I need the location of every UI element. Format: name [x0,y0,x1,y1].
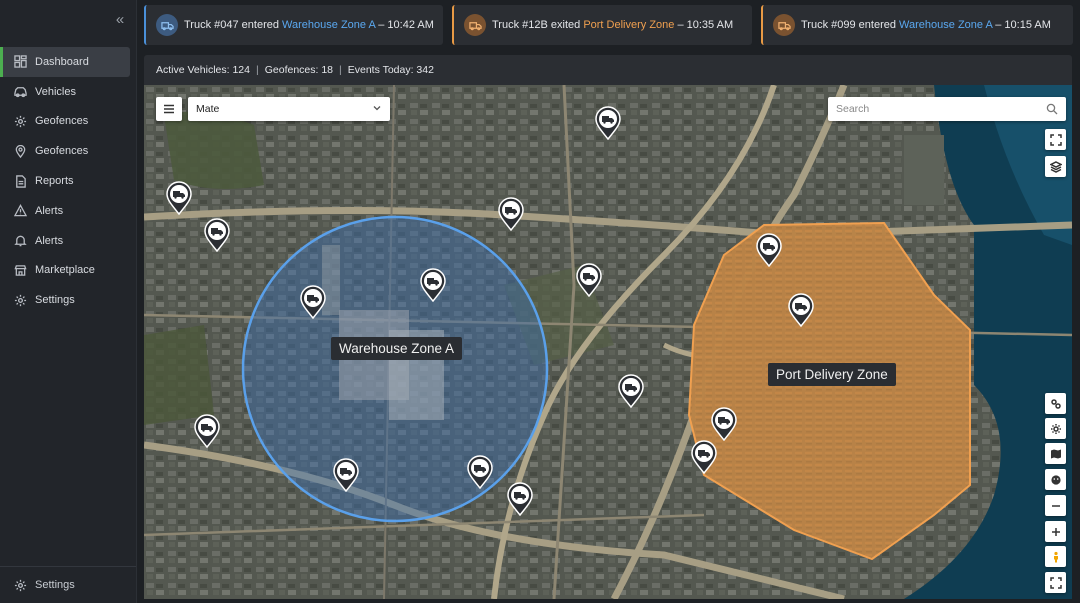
truck-icon [464,14,486,36]
collapse-sidebar-icon[interactable]: « [112,12,128,28]
vehicle-pin-truck-icon[interactable] [788,293,814,328]
traffic-icon [1050,398,1061,409]
layers-button[interactable] [1045,156,1066,177]
fullscreen-button[interactable] [1045,129,1066,150]
vehicle-pin-truck-icon[interactable] [507,482,533,517]
expand-button[interactable] [1045,572,1066,593]
active-vehicles-stat: Active Vehicles: 124 [156,64,250,76]
sidebar-item-geofences-locations[interactable]: Geofences [0,136,130,166]
sidebar-item-dashboard[interactable]: Dashboard [0,47,130,77]
sidebar-item-label: Geofences [35,115,89,128]
sidebar-item-label: Geofences [35,145,89,158]
geofences-stat: Geofences: 18 [264,64,334,76]
dashboard-icon [14,55,27,69]
map-type-button[interactable] [1045,443,1066,464]
sidebar-item-marketplace[interactable]: Marketplace [0,256,130,286]
notification-card[interactable]: Truck #12B exited Port Delivery Zone – 1… [452,5,752,45]
vehicle-pin-truck-icon[interactable] [166,181,192,216]
notification-text: Truck #099 entered Warehouse Zone A – 10… [801,19,1051,31]
location-pin-icon [14,144,27,158]
sidebar-item-label: Vehicles [35,85,76,98]
geofence-icon [14,115,27,128]
zoom-in-button[interactable] [1045,521,1066,542]
sidebar-footer-settings[interactable]: Settings [0,566,136,603]
sidebar-item-label: Dashboard [35,55,89,68]
vehicle-pin-truck-icon[interactable] [756,233,782,268]
car-icon [14,85,27,98]
map-layer-value: Mate [196,103,220,115]
face-icon [1050,474,1061,485]
map-view[interactable]: Warehouse Zone A Port Delivery Zone Mate [144,85,1072,599]
sidebar-nav: Dashboard Vehicles Geofences Geofences R… [0,47,136,315]
vehicle-pin-truck-icon[interactable] [691,440,717,475]
gear-icon [1050,423,1061,434]
notification-card[interactable]: Truck #047 entered Warehouse Zone A – 10… [144,5,443,45]
vehicle-pin-truck-icon[interactable] [420,268,446,303]
notification-text: Truck #12B exited Port Delivery Zone – 1… [492,19,734,31]
gear-icon [14,579,27,591]
search-icon[interactable] [1046,103,1058,115]
pegman-icon [1053,551,1058,562]
zone-link[interactable]: Warehouse Zone A [282,19,375,31]
map-layer-select[interactable]: Mate [188,97,390,121]
truck-icon [156,14,178,36]
notification-text: Truck #047 entered Warehouse Zone A – 10… [184,19,434,31]
vehicle-pin-truck-icon[interactable] [333,458,359,493]
sidebar-item-vehicles[interactable]: Vehicles [0,77,130,107]
minus-icon [1051,504,1060,507]
satellite-map [144,85,1072,599]
chevron-down-icon [373,106,381,111]
plus-icon [1051,527,1060,536]
gear-icon [14,294,27,307]
sidebar-item-alerts-notifications[interactable]: Alerts [0,226,130,256]
sidebar-item-reports[interactable]: Reports [0,166,130,196]
sidebar-item-label: Alerts [35,234,64,247]
zone-link[interactable]: Port Delivery Zone [583,19,674,31]
vehicle-pin-truck-icon[interactable] [300,285,326,320]
events-today-stat: Events Today: 342 [347,64,434,76]
vehicle-pin-truck-icon[interactable] [467,455,493,490]
vehicle-pin-truck-icon[interactable] [711,407,737,442]
port-zone-label[interactable]: Port Delivery Zone [768,363,896,386]
store-icon [14,264,27,277]
vehicle-pin-truck-icon[interactable] [595,106,621,141]
map-icon [1050,449,1061,458]
map-settings-button[interactable] [1045,418,1066,439]
sidebar-item-label: Reports [35,175,74,188]
warehouse-zone-label[interactable]: Warehouse Zone A [331,337,463,360]
sidebar-item-alerts[interactable]: Alerts [0,196,130,226]
expand-icon [1049,576,1062,589]
sidebar-item-geofences[interactable]: Geofences [0,107,130,137]
vehicle-pin-truck-icon[interactable] [204,218,230,253]
stats-bar: Active Vehicles: 124 | Geofences: 18 | E… [144,55,1072,85]
sidebar-item-label: Marketplace [35,264,95,277]
map-search-input[interactable] [828,97,1066,121]
sidebar-footer-label: Settings [35,579,75,591]
report-icon [14,174,27,188]
zone-link[interactable]: Warehouse Zone A [899,19,992,31]
hamburger-icon [164,104,174,114]
notification-card[interactable]: Truck #099 entered Warehouse Zone A – 10… [761,5,1073,45]
vehicle-pin-truck-icon[interactable] [618,374,644,409]
map-menu-button[interactable] [156,97,182,121]
warning-icon [14,204,27,217]
layers-icon [1049,160,1062,173]
street-view-button[interactable] [1045,546,1066,567]
traffic-button[interactable] [1045,393,1066,414]
stats-separator: | [339,64,342,76]
vehicle-pin-truck-icon[interactable] [194,414,220,449]
sidebar-item-settings[interactable]: Settings [0,285,130,315]
face-button[interactable] [1045,469,1066,490]
vehicle-pin-truck-icon[interactable] [576,263,602,298]
vehicle-pin-truck-icon[interactable] [498,197,524,232]
truck-icon [773,14,795,36]
stats-separator: | [255,64,259,76]
sidebar-item-label: Settings [35,294,75,307]
bell-icon [14,234,27,247]
zoom-out-button[interactable] [1045,495,1066,516]
sidebar: « Dashboard Vehicles Geofences Geofences… [0,0,137,603]
fullscreen-icon [1049,133,1062,146]
sidebar-item-label: Alerts [35,204,64,217]
